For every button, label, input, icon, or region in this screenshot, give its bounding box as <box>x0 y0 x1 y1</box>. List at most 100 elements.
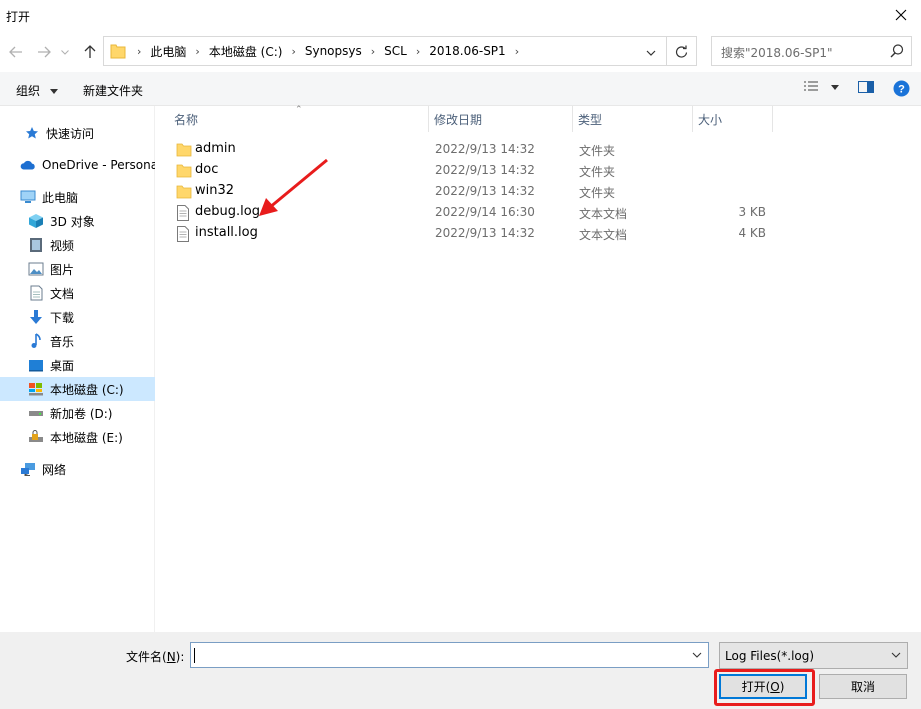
chevron-right-icon: › <box>370 44 376 58</box>
column-header-modified[interactable]: 修改日期 <box>434 106 482 132</box>
navigation-pane: 快速访问 OneDrive - Personal 此电脑 3D 对象 视频 图片… <box>0 106 155 632</box>
file-modified: 2022/9/14 16:30 <box>435 205 535 219</box>
column-header-type[interactable]: 类型 <box>578 106 602 132</box>
address-dropdown-button[interactable] <box>646 45 656 59</box>
column-divider[interactable] <box>772 106 773 132</box>
filename-input[interactable] <box>190 642 709 668</box>
breadcrumb-item[interactable]: 2018.06-SP1 <box>425 44 509 58</box>
help-icon: ? <box>893 80 910 97</box>
music-icon <box>28 333 44 349</box>
view-options-button[interactable] <box>803 80 839 97</box>
chevron-down-icon[interactable] <box>692 649 702 661</box>
up-button[interactable] <box>80 42 100 62</box>
download-icon <box>28 309 44 325</box>
forward-button[interactable] <box>34 42 54 62</box>
chevron-down-icon <box>61 49 69 55</box>
sidebar-item-label: 视频 <box>50 238 75 253</box>
column-header-name[interactable]: 名称 <box>174 106 198 132</box>
desktop-icon <box>28 357 44 373</box>
close-icon <box>895 9 907 21</box>
sidebar-item-label: 本地磁盘 (C:) <box>50 382 124 397</box>
drive-locked-icon <box>28 429 44 445</box>
preview-pane-icon <box>858 81 874 93</box>
sidebar-item-drive-d[interactable]: 新加卷 (D:) <box>0 401 155 425</box>
folder-icon <box>176 185 192 199</box>
help-button[interactable]: ? <box>893 80 910 100</box>
cloud-icon <box>20 157 36 173</box>
sidebar-item-label: 3D 对象 <box>50 214 95 229</box>
search-input[interactable]: 搜索"2018.06-SP1" <box>721 44 832 61</box>
file-type: 文本文档 <box>579 207 628 221</box>
command-toolbar: 组织 新建文件夹 ? <box>0 72 921 106</box>
chevron-right-icon: › <box>514 44 520 58</box>
sidebar-item-drive-e[interactable]: 本地磁盘 (E:) <box>0 425 155 449</box>
sidebar-item-label: OneDrive - Personal <box>42 158 155 172</box>
file-type-filter-value: Log Files(*.log) <box>725 649 815 663</box>
search-icon <box>890 44 904 58</box>
sort-ascending-icon: ⌃ <box>295 105 303 115</box>
sidebar-item-downloads[interactable]: 下载 <box>0 305 155 329</box>
sidebar-item-network[interactable]: 网络 <box>0 457 155 481</box>
file-name: win32 <box>195 183 235 198</box>
search-box[interactable]: 搜索"2018.06-SP1" <box>711 36 912 66</box>
column-divider[interactable] <box>572 106 573 132</box>
sidebar-item-videos[interactable]: 视频 <box>0 233 155 257</box>
column-header-size[interactable]: 大小 <box>698 106 722 132</box>
up-arrow-icon <box>84 45 96 58</box>
breadcrumb-item[interactable]: Synopsys <box>301 44 366 58</box>
sidebar-item-documents[interactable]: 文档 <box>0 281 155 305</box>
sidebar-item-quick-access[interactable]: 快速访问 <box>0 121 155 145</box>
chevron-right-icon: › <box>415 44 421 58</box>
sidebar-item-label: 下载 <box>50 310 75 325</box>
back-button[interactable] <box>6 42 26 62</box>
chevron-down-icon <box>830 85 839 90</box>
chevron-right-icon: › <box>291 44 296 58</box>
navigation-bar: › 此电脑 › 本地磁盘 (C:) › Synopsys › SCL › 201… <box>0 32 921 72</box>
sidebar-item-label: 文档 <box>50 286 75 301</box>
column-divider[interactable] <box>428 106 429 132</box>
sidebar-item-label: 本地磁盘 (E:) <box>50 430 123 445</box>
title-bar: 打开 <box>0 0 921 32</box>
sidebar-item-desktop[interactable]: 桌面 <box>0 353 155 377</box>
refresh-button[interactable] <box>667 36 697 66</box>
picture-icon <box>28 261 44 277</box>
chevron-right-icon: › <box>137 44 142 58</box>
breadcrumb-item[interactable]: 此电脑 <box>146 43 190 60</box>
computer-icon <box>20 189 36 205</box>
cube-icon <box>28 213 44 229</box>
address-bar[interactable]: › 此电脑 › 本地磁盘 (C:) › Synopsys › SCL › 201… <box>103 36 667 66</box>
back-arrow-icon <box>9 46 22 58</box>
refresh-icon <box>675 45 688 58</box>
text-caret <box>194 648 195 663</box>
sidebar-item-pictures[interactable]: 图片 <box>0 257 155 281</box>
text-file-icon <box>177 205 189 221</box>
drive-icon <box>28 405 44 421</box>
annotation-arrow <box>259 158 328 216</box>
sidebar-item-onedrive[interactable]: OneDrive - Personal <box>0 153 155 177</box>
sidebar-item-3d-objects[interactable]: 3D 对象 <box>0 209 155 233</box>
file-modified: 2022/9/13 14:32 <box>435 226 535 240</box>
sidebar-item-music[interactable]: 音乐 <box>0 329 155 353</box>
sidebar-item-label: 图片 <box>50 262 75 277</box>
chevron-right-icon: › <box>195 44 200 58</box>
forward-arrow-icon <box>38 46 51 58</box>
file-modified: 2022/9/13 14:32 <box>435 142 535 156</box>
sidebar-item-drive-c[interactable]: 本地磁盘 (C:) <box>0 377 155 401</box>
file-row[interactable]: install.log 2022/9/13 14:32 文本文档 4 KB <box>172 223 772 244</box>
breadcrumb-item[interactable]: 本地磁盘 (C:) <box>205 43 287 60</box>
file-type-filter-select[interactable]: Log Files(*.log) <box>719 642 908 669</box>
cancel-button[interactable]: 取消 <box>819 674 907 699</box>
file-type: 文本文档 <box>579 228 628 242</box>
sidebar-item-this-pc[interactable]: 此电脑 <box>0 185 155 209</box>
column-divider[interactable] <box>692 106 693 132</box>
file-list: ⌃ 名称 修改日期 类型 大小 admin 2022/9/13 14:32 文件… <box>156 105 921 632</box>
new-folder-button[interactable]: 新建文件夹 <box>83 82 143 99</box>
close-button[interactable] <box>881 0 921 30</box>
file-type: 文件夹 <box>579 144 616 158</box>
organize-label: 组织 <box>16 84 41 98</box>
file-type: 文件夹 <box>579 165 616 179</box>
recent-locations-button[interactable] <box>58 42 72 62</box>
preview-pane-button[interactable] <box>858 80 874 97</box>
breadcrumb-item[interactable]: SCL <box>380 44 411 58</box>
organize-button[interactable]: 组织 <box>16 82 58 99</box>
